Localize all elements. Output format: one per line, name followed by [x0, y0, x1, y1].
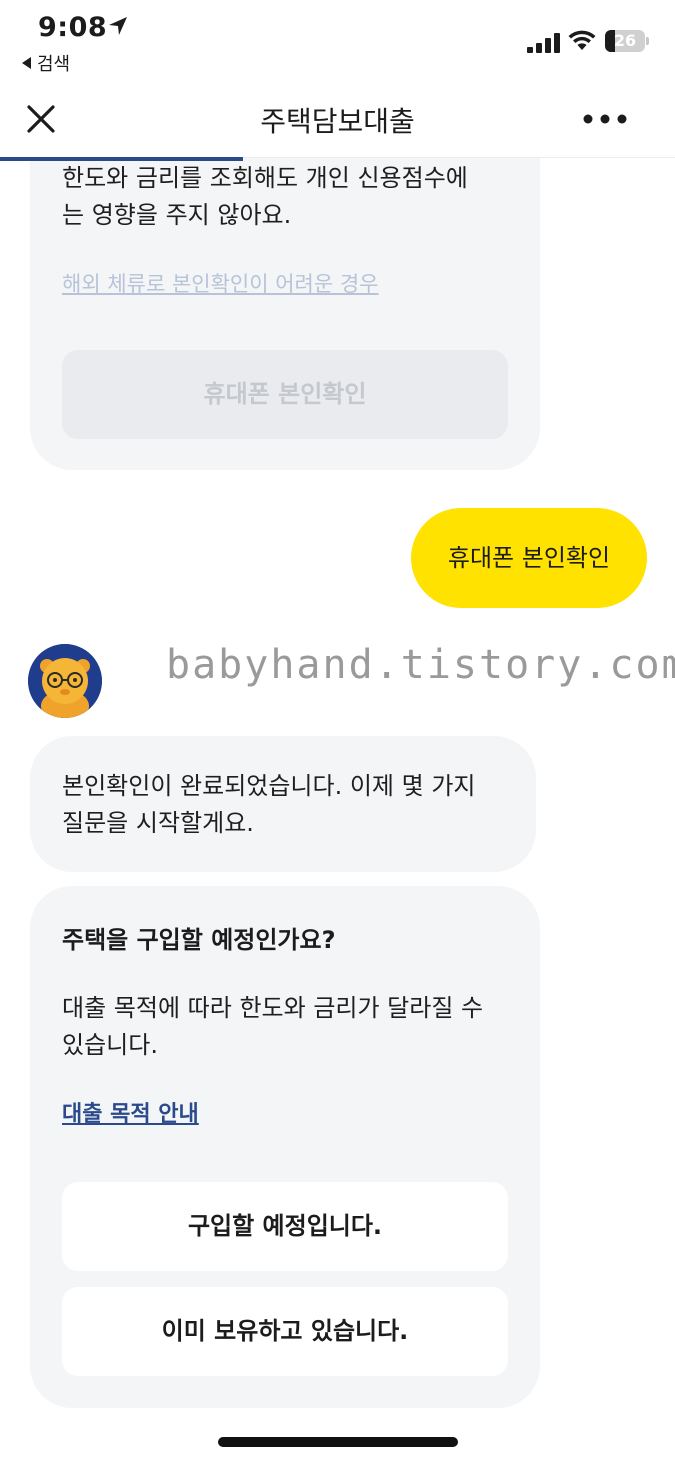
loan-purpose-link[interactable]: 대출 목적 안내	[62, 1096, 199, 1128]
option-plan-to-buy-button[interactable]: 구입할 예정입니다.	[62, 1182, 508, 1271]
credit-score-notice: 한도와 금리를 조회해도 개인 신용점수에 는 영향을 주지 않아요.	[62, 164, 468, 229]
verification-complete-message: 본인확인이 완료되었습니다. 이제 몇 가지 질문을 시작할게요.	[62, 772, 476, 837]
status-bar: 9:08 검색 26	[0, 0, 675, 80]
progress-fill	[0, 157, 243, 161]
status-time: 9:08	[38, 12, 108, 43]
wifi-icon	[568, 30, 596, 50]
page-title: 주택담보대출	[260, 105, 415, 138]
back-app-label: 검색	[37, 54, 71, 75]
home-indicator[interactable]	[218, 1437, 458, 1447]
user-reply-bubble: 휴대폰 본인확인	[411, 508, 647, 608]
progress-bar	[0, 157, 675, 161]
phone-verify-button[interactable]: 휴대폰 본인확인	[62, 350, 508, 439]
bot-avatar	[28, 644, 102, 718]
back-triangle-icon	[22, 57, 31, 69]
question-title: 주택을 구입할 예정인가요?	[62, 926, 336, 954]
overseas-verification-link[interactable]: 해외 체류로 본인확인이 어려운 경우	[62, 268, 379, 298]
battery-icon: 26	[605, 30, 649, 52]
nav-bar: 주택담보대출	[0, 80, 675, 158]
back-to-app-link[interactable]: 검색	[22, 50, 70, 76]
option-already-own-button[interactable]: 이미 보유하고 있습니다.	[62, 1287, 508, 1376]
cellular-signal-icon	[527, 33, 560, 53]
more-options-icon[interactable]	[582, 113, 628, 125]
question-description: 대출 목적에 따라 한도와 금리가 달라질 수 있습니다.	[62, 994, 484, 1059]
watermark-text: babyhand.tistory.com	[166, 642, 675, 688]
location-arrow-icon	[109, 17, 127, 35]
lion-character-icon	[28, 644, 102, 718]
battery-level: 26	[613, 31, 637, 50]
